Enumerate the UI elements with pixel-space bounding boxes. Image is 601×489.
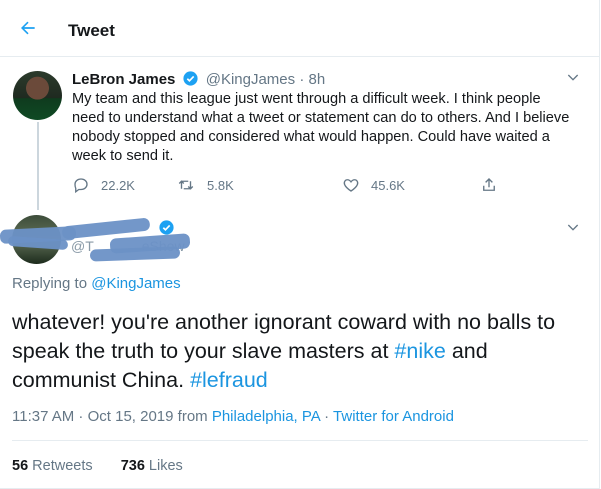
like-count: 45.6K: [371, 177, 405, 193]
back-arrow-icon: [21, 21, 35, 35]
author-name[interactable]: LeBron James: [72, 71, 175, 88]
verified-badge-icon: [159, 220, 174, 235]
retweets-stat[interactable]: 56 Retweets: [12, 458, 93, 474]
location-link[interactable]: Philadelphia, PA: [212, 408, 320, 425]
avatar[interactable]: [13, 71, 62, 120]
hashtag-link[interactable]: #lefraud: [190, 368, 268, 392]
retweet-count: 5.8K: [207, 177, 234, 193]
hashtag-link[interactable]: #nike: [394, 339, 445, 363]
reply-action[interactable]: 22.2K: [72, 176, 135, 194]
reply-icon: [74, 178, 88, 194]
reply-count: 22.2K: [101, 177, 135, 193]
replying-to: Replying to @KingJames: [12, 275, 181, 292]
tweet-timestamp[interactable]: 11:37 AM · Oct 15, 2019 from: [12, 408, 208, 425]
tweet-metadata: 11:37 AM · Oct 15, 2019 from Philadelphi…: [12, 408, 454, 425]
replying-to-link[interactable]: @KingJames: [91, 275, 180, 292]
author-handle[interactable]: @KingJames: [206, 71, 295, 88]
thread-connector: [37, 122, 39, 210]
replying-prefix: Replying to: [12, 275, 88, 292]
tweet-actions: 22.2K 5.8K 45.6K: [72, 176, 512, 196]
retweet-icon: [178, 180, 194, 190]
tweet-text: My team and this league just went throug…: [72, 91, 570, 164]
chevron-down-icon[interactable]: [565, 69, 581, 85]
source-link[interactable]: Twitter for Android: [333, 408, 454, 425]
page-header: Tweet: [0, 0, 599, 57]
verified-badge-icon: [182, 71, 198, 86]
tweet-author-row: LeBron James @KingJames · 8h: [72, 70, 325, 88]
divider: [12, 440, 588, 441]
share-action[interactable]: [480, 176, 509, 194]
chevron-down-icon[interactable]: [565, 219, 581, 235]
tweet-time[interactable]: 8h: [309, 71, 326, 88]
back-button[interactable]: [16, 16, 40, 40]
likes-stat[interactable]: 736 Likes: [121, 458, 183, 474]
retweet-action[interactable]: 5.8K: [176, 176, 234, 194]
time-separator: ·: [299, 71, 305, 88]
meta-separator: ·: [324, 408, 330, 425]
share-icon: [483, 178, 495, 191]
like-icon: [343, 179, 359, 192]
page-title: Tweet: [68, 21, 115, 40]
like-action[interactable]: 45.6K: [342, 176, 405, 194]
reply-tweet-text: whatever! you're another ignorant coward…: [12, 308, 592, 395]
engagement-stats: 56 Retweets 736 Likes: [12, 458, 183, 474]
